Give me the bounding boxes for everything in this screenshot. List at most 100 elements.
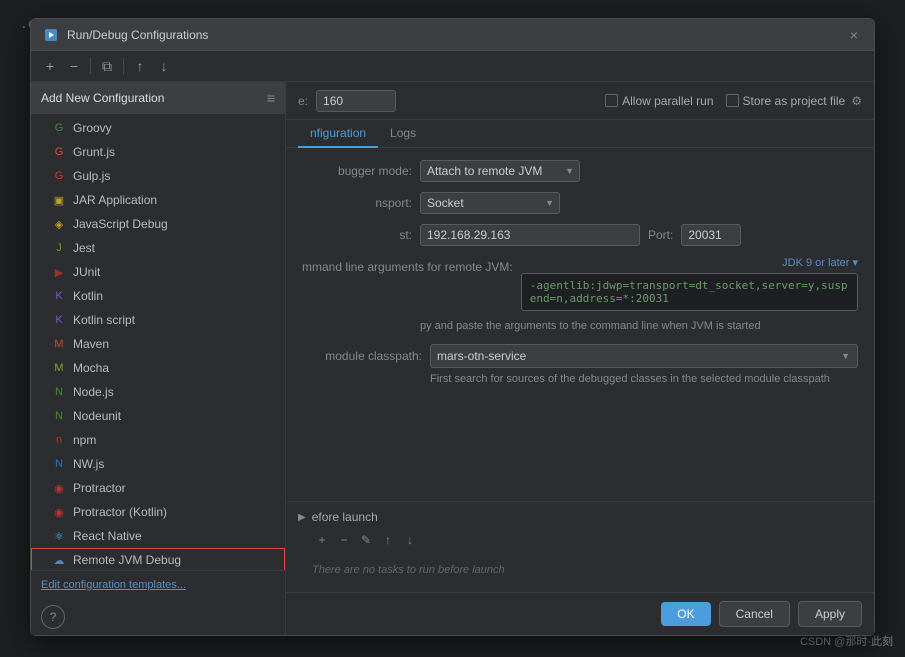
before-launch-remove-button[interactable]: − — [334, 530, 354, 550]
tab-logs[interactable]: Logs — [378, 120, 428, 148]
jar-icon: ▣ — [51, 192, 67, 208]
cancel-button[interactable]: Cancel — [719, 601, 790, 627]
module-select[interactable]: mars-otn-service — [430, 344, 858, 368]
list-item-label: Protractor — [73, 481, 126, 495]
configuration-form: bugger mode: Attach to remote JVM nsport… — [286, 148, 874, 501]
debugger-mode-select[interactable]: Attach to remote JVM — [420, 160, 580, 182]
list-item-label: Groovy — [73, 121, 112, 135]
list-item[interactable]: N Node.js — [31, 380, 285, 404]
title-left: Run/Debug Configurations — [43, 27, 208, 43]
protractor-kotlin-icon: ◉ — [51, 504, 67, 520]
add-config-button[interactable]: + — [39, 55, 61, 77]
list-item[interactable]: ◉ Protractor (Kotlin) — [31, 500, 285, 524]
host-port-row: st: Port: — [302, 224, 858, 246]
dialog-footer: OK Cancel Apply — [286, 592, 874, 635]
nodejs-icon: N — [51, 384, 67, 400]
list-item-remote-jvm[interactable]: ☁ Remote JVM Debug — [31, 548, 285, 570]
nodeunit-icon: N — [51, 408, 67, 424]
list-item[interactable]: n npm — [31, 428, 285, 452]
list-item[interactable]: M Maven — [31, 332, 285, 356]
list-item[interactable]: ◈ JavaScript Debug — [31, 212, 285, 236]
copy-config-button[interactable]: ⧉ — [96, 55, 118, 77]
before-launch-add-button[interactable]: + — [312, 530, 332, 550]
list-item[interactable]: K Kotlin — [31, 284, 285, 308]
close-button[interactable]: × — [846, 26, 862, 44]
apply-button[interactable]: Apply — [798, 601, 862, 627]
gulp-icon: G — [51, 168, 67, 184]
store-as-project-row: Store as project file ⚙ — [726, 94, 862, 108]
allow-parallel-box[interactable] — [605, 94, 618, 107]
move-up-button[interactable]: ↑ — [129, 55, 151, 77]
list-item[interactable]: G Groovy — [31, 116, 285, 140]
edit-templates-link[interactable]: Edit configuration templates... — [31, 570, 285, 599]
list-item[interactable]: ▶ JUnit — [31, 260, 285, 284]
right-header: e: Allow parallel run Store as project f… — [286, 82, 874, 120]
groovy-icon: G — [51, 120, 67, 136]
ok-button[interactable]: OK — [661, 602, 710, 626]
before-launch-header: ▶ efore launch — [298, 510, 862, 524]
list-item[interactable]: M Mocha — [31, 356, 285, 380]
before-launch-empty-msg: There are no tasks to run before launch — [298, 556, 862, 584]
list-item-label: JUnit — [73, 265, 100, 279]
list-item[interactable]: ◉ Protractor — [31, 476, 285, 500]
list-item[interactable]: G Gulp.js — [31, 164, 285, 188]
kotlin-script-icon: K — [51, 312, 67, 328]
before-launch-section: ▶ efore launch + − ✎ ↑ ↓ There are no ta… — [286, 501, 874, 592]
debugger-mode-label: bugger mode: — [302, 164, 412, 178]
host-label: st: — [302, 228, 412, 242]
store-as-project-label: Store as project file — [743, 94, 846, 108]
tabs-row: nfiguration Logs — [286, 120, 874, 148]
dialog-overlay: Run/Debug Configurations × + − ⧉ ↑ ↓ Add… — [0, 0, 905, 657]
run-debug-dialog: Run/Debug Configurations × + − ⧉ ↑ ↓ Add… — [30, 18, 875, 636]
cmd-args-value: -agentlib:jdwp=transport=dt_socket,serve… — [521, 273, 858, 311]
list-item[interactable]: ⚛ React Native — [31, 524, 285, 548]
before-launch-edit-button[interactable]: ✎ — [356, 530, 376, 550]
grunt-icon: G — [51, 144, 67, 160]
remote-jvm-icon: ☁ — [51, 552, 67, 568]
protractor-icon: ◉ — [51, 480, 67, 496]
transport-select[interactable]: Socket — [420, 192, 560, 214]
list-item[interactable]: N Nodeunit — [31, 404, 285, 428]
list-item-label: NW.js — [73, 457, 104, 471]
transport-select-wrapper: Socket — [420, 192, 560, 214]
debugger-mode-row: bugger mode: Attach to remote JVM — [302, 160, 858, 182]
cmd-args-right: JDK 9 or later ▾ -agentlib:jdwp=transpor… — [521, 256, 858, 311]
list-item[interactable]: J Jest — [31, 236, 285, 260]
js-debug-icon: ◈ — [51, 216, 67, 232]
list-item-label: JavaScript Debug — [73, 217, 168, 231]
list-item[interactable]: N NW.js — [31, 452, 285, 476]
allow-parallel-label: Allow parallel run — [622, 94, 713, 108]
store-as-project-box[interactable] — [726, 94, 739, 107]
port-label: Port: — [648, 228, 673, 242]
toolbar-separator-2 — [123, 58, 124, 74]
cmd-args-label: mmand line arguments for remote JVM: — [302, 256, 513, 274]
name-input[interactable] — [316, 90, 396, 112]
jdk-link[interactable]: JDK 9 or later ▾ — [782, 256, 858, 269]
npm-icon: n — [51, 432, 67, 448]
list-item[interactable]: G Grunt.js — [31, 140, 285, 164]
list-item[interactable]: K Kotlin script — [31, 308, 285, 332]
allow-parallel-checkbox[interactable]: Allow parallel run — [605, 94, 713, 108]
list-item-label: Grunt.js — [73, 145, 115, 159]
list-item-label: Mocha — [73, 361, 109, 375]
add-new-configuration-bar[interactable]: Add New Configuration ≡ — [31, 82, 285, 114]
move-down-button[interactable]: ↓ — [153, 55, 175, 77]
config-list[interactable]: G Groovy G Grunt.js G Gulp.js — [31, 114, 285, 570]
right-panel: e: Allow parallel run Store as project f… — [286, 82, 874, 635]
jest-icon: J — [51, 240, 67, 256]
list-item-jar-application[interactable]: ▣ JAR Application — [31, 188, 285, 212]
remove-config-button[interactable]: − — [63, 55, 85, 77]
cmd-header: JDK 9 or later ▾ — [521, 256, 858, 269]
list-item-label: JAR Application — [73, 193, 157, 207]
list-item-label: Nodeunit — [73, 409, 121, 423]
help-button[interactable]: ? — [41, 605, 65, 629]
before-launch-down-button[interactable]: ↓ — [400, 530, 420, 550]
dialog-body: Add New Configuration ≡ G Groovy G Grunt… — [31, 82, 874, 635]
module-classpath-label: module classpath: — [302, 349, 422, 363]
kotlin-icon: K — [51, 288, 67, 304]
before-launch-up-button[interactable]: ↑ — [378, 530, 398, 550]
port-input[interactable] — [681, 224, 741, 246]
host-input[interactable] — [420, 224, 640, 246]
header-options: Allow parallel run Store as project file… — [605, 94, 862, 108]
tab-configuration[interactable]: nfiguration — [298, 120, 378, 148]
